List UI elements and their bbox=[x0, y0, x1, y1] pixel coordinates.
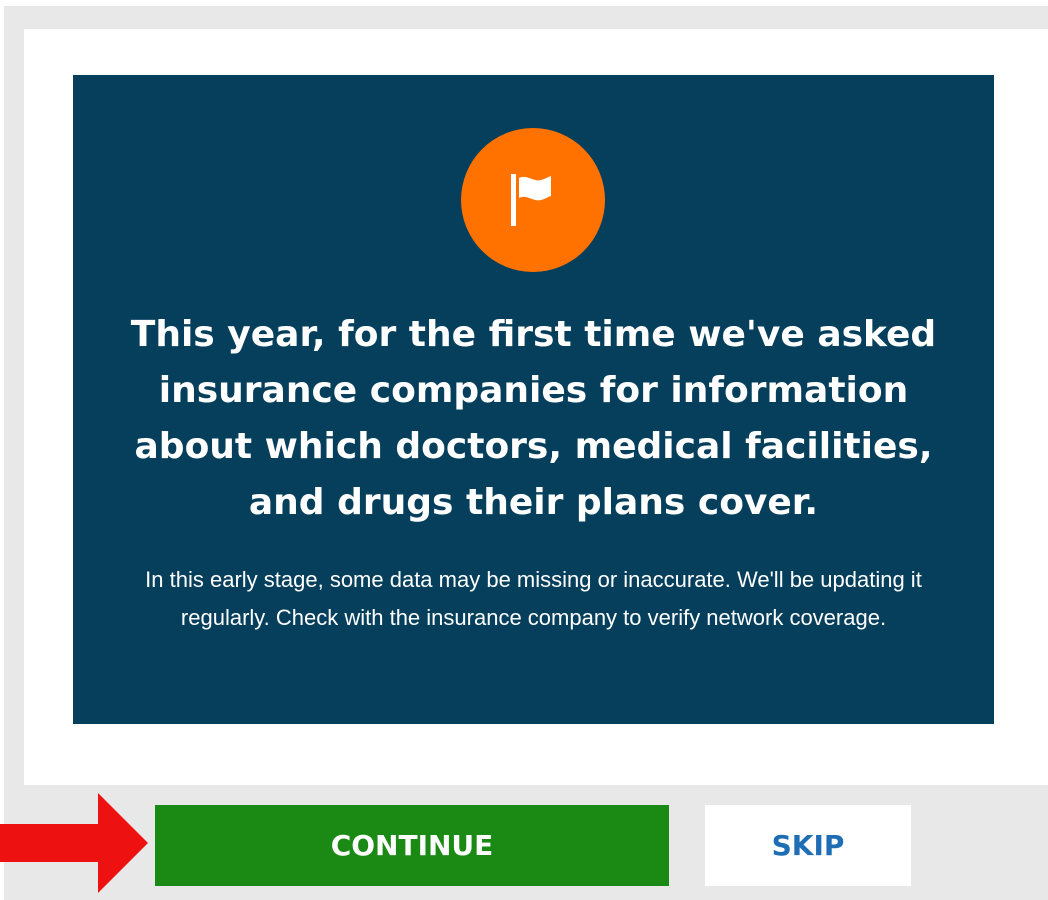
skip-button[interactable]: SKIP bbox=[705, 805, 911, 886]
notice-headline: This year, for the first time we've aske… bbox=[130, 314, 937, 523]
flag-icon bbox=[511, 174, 551, 226]
red-arrow-icon bbox=[0, 793, 148, 893]
flag-badge bbox=[461, 128, 605, 272]
notice-banner: This year, for the first time we've aske… bbox=[73, 75, 994, 724]
notice-body: In this early stage, some data may be mi… bbox=[145, 567, 922, 630]
continue-button[interactable]: CONTINUE bbox=[155, 805, 669, 886]
